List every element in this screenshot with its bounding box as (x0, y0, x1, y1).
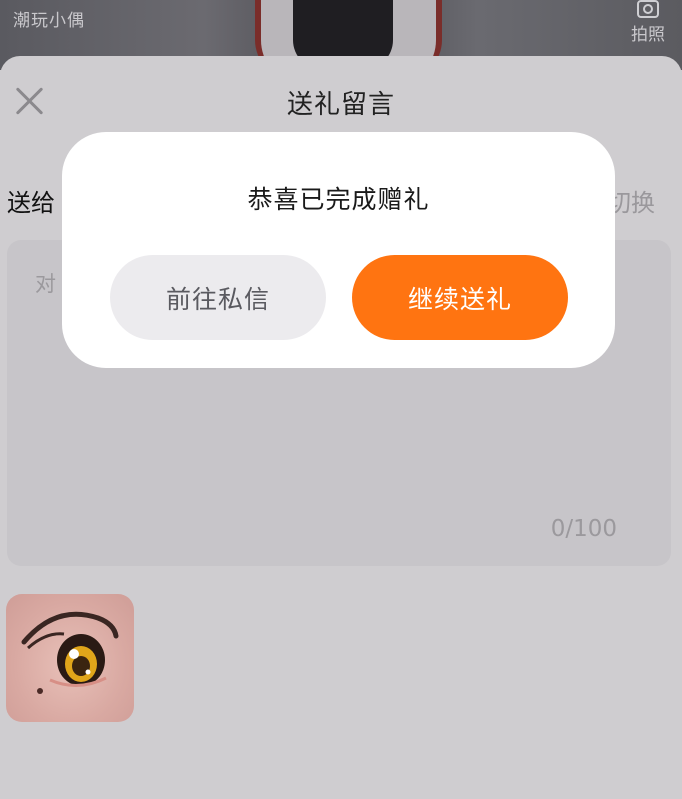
message-placeholder: 对 (35, 272, 56, 296)
go-to-messages-button[interactable]: 前往私信 (110, 255, 326, 340)
banner-title: 潮玩小偶 (13, 11, 85, 31)
camera-icon (637, 0, 659, 18)
anime-eye-image (21, 611, 119, 694)
dialog-title: 恭喜已完成赠礼 (247, 185, 430, 214)
camera-label: 拍照 (631, 25, 665, 45)
message-counter: 0/100 (550, 516, 617, 542)
sheet-title: 送礼留言 (286, 90, 395, 120)
send-to-label: 送给 (7, 189, 55, 217)
camera-button[interactable]: 拍照 (628, 0, 668, 45)
gift-thumbnail[interactable] (6, 594, 134, 722)
continue-gifting-button[interactable]: 继续送礼 (352, 255, 568, 340)
gift-success-dialog: 恭喜已完成赠礼 前往私信 继续送礼 (62, 132, 615, 368)
